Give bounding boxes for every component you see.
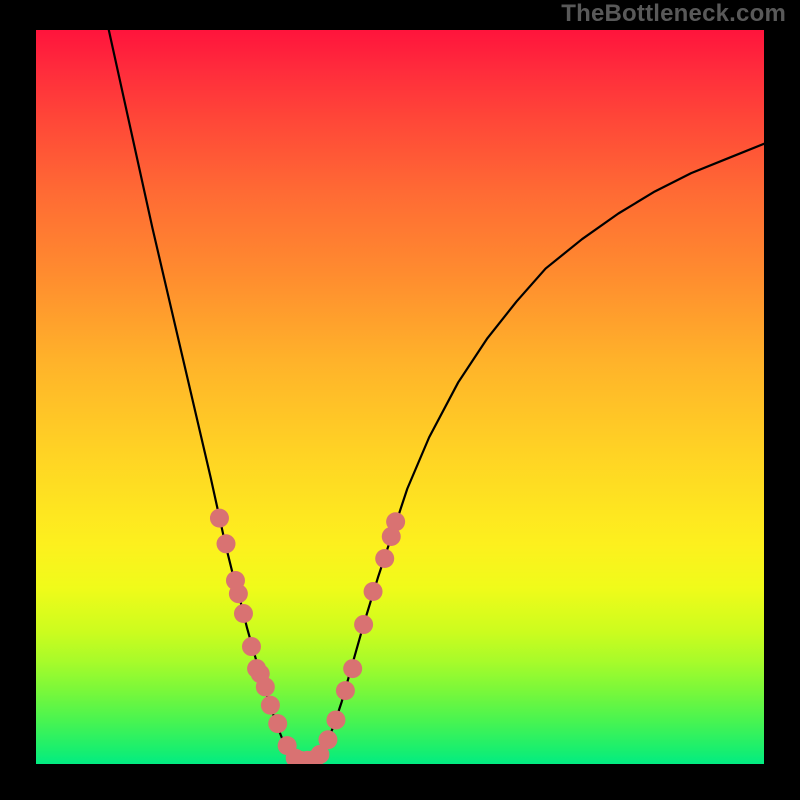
data-dot: [375, 549, 394, 568]
bottleneck-curve: [109, 30, 764, 763]
data-dot: [318, 730, 337, 749]
data-dot: [234, 604, 253, 623]
data-dot: [210, 509, 229, 528]
data-dots-group: [210, 509, 405, 764]
data-dot: [364, 582, 383, 601]
data-dot: [229, 584, 248, 603]
chart-root: TheBottleneck.com: [0, 0, 800, 800]
data-dot: [326, 710, 345, 729]
data-dot: [386, 512, 405, 531]
data-dot: [268, 714, 287, 733]
watermark-text: TheBottleneck.com: [561, 0, 786, 28]
data-dot: [336, 681, 355, 700]
plot-area: [36, 30, 764, 764]
data-dot: [217, 534, 236, 553]
data-dot: [261, 696, 280, 715]
chart-overlay-svg: [36, 30, 764, 764]
data-dot: [343, 659, 362, 678]
data-dot: [242, 637, 261, 656]
data-dot: [354, 615, 373, 634]
data-dot: [256, 677, 275, 696]
